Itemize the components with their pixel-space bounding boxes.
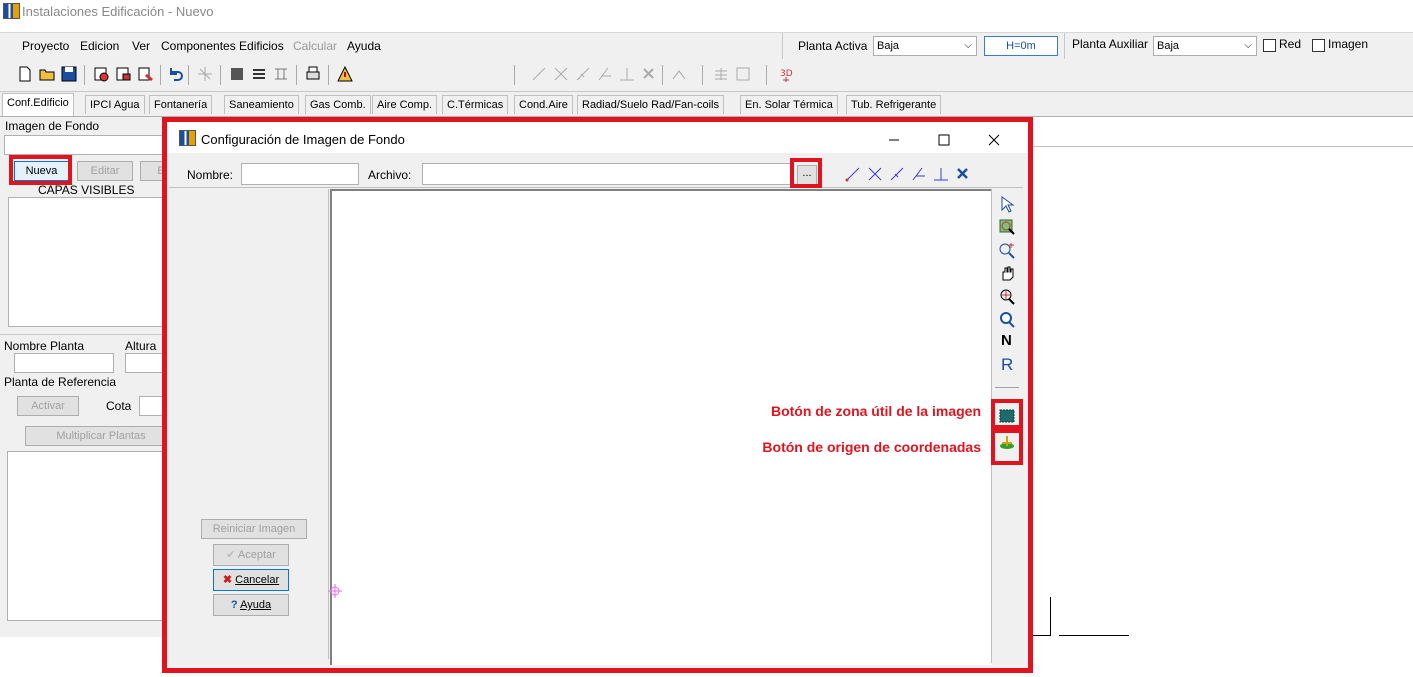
- planta-auxiliar-label: Planta Auxiliar: [1072, 37, 1149, 51]
- toolbar-separator: [702, 65, 703, 85]
- report-icon[interactable]: [114, 65, 132, 83]
- chevron-down-icon: ⌵: [1244, 40, 1252, 51]
- planta-referencia-label: Planta de Referencia: [4, 375, 117, 389]
- capas-visibles-label: CAPAS VISIBLES: [38, 183, 135, 197]
- toolbar-separator: [662, 65, 663, 85]
- window-tool-icon[interactable]: [734, 65, 752, 83]
- tab-en-solar-termica[interactable]: En. Solar Térmica: [740, 95, 838, 114]
- drawing-line: [1059, 635, 1129, 636]
- activar-button[interactable]: Activar: [17, 396, 79, 416]
- print-preview-icon[interactable]: [92, 65, 110, 83]
- toolbar-separator: [188, 65, 189, 85]
- toolbar-separator: [220, 65, 221, 85]
- planta-activa-value: Baja: [877, 40, 900, 52]
- altura-label: Altura: [125, 339, 157, 353]
- angle-tool-icon[interactable]: [596, 65, 614, 83]
- menu-proyecto[interactable]: Proyecto: [22, 39, 69, 53]
- save-icon[interactable]: [60, 65, 78, 83]
- menu-componentes[interactable]: Componentes Edificios: [161, 39, 284, 53]
- delete-point-icon[interactable]: [640, 65, 658, 83]
- window-title: Instalaciones Edificación - Nuevo: [22, 4, 214, 19]
- toolbar-separator: [328, 65, 329, 85]
- menu-edicion[interactable]: Edicion: [80, 39, 119, 53]
- imagen-label: Imagen: [1328, 37, 1369, 51]
- drawing-line: [1030, 635, 1051, 636]
- cross-tool-icon[interactable]: [552, 65, 570, 83]
- planta-activa-label: Planta Activa: [798, 39, 868, 53]
- tab-gas-comb[interactable]: Gas Comb.: [305, 95, 371, 114]
- toolbar-separator: [296, 65, 297, 85]
- menu-calcular[interactable]: Calcular: [293, 39, 337, 53]
- tab-radiad[interactable]: Radiad/Suelo Rad/Fan-coils: [577, 95, 724, 114]
- fill-layer-icon[interactable]: [228, 65, 246, 83]
- toolbar-separator: [160, 65, 161, 85]
- perpendicular-icon[interactable]: [618, 65, 636, 83]
- planta-activa-select[interactable]: Baja ⌵: [873, 36, 977, 56]
- snap-icon[interactable]: [196, 65, 214, 83]
- grid-tool-icon[interactable]: [712, 65, 730, 83]
- nombre-planta-label: Nombre Planta: [4, 339, 85, 353]
- cota-label: Cota: [106, 399, 132, 413]
- editar-button[interactable]: Editar: [77, 161, 133, 181]
- tab-saneamiento[interactable]: Saneamiento: [224, 95, 299, 114]
- main-toolbar: 3D: [0, 59, 1413, 92]
- menu-ver[interactable]: Ver: [132, 39, 150, 53]
- new-file-icon[interactable]: [16, 65, 34, 83]
- tab-fontaneria[interactable]: Fontanería: [149, 95, 213, 114]
- line-tool-icon[interactable]: [530, 65, 548, 83]
- segment-tool-icon[interactable]: [574, 65, 592, 83]
- planta-auxiliar-value: Baja: [1157, 40, 1180, 52]
- menu-ayuda[interactable]: Ayuda: [347, 39, 381, 53]
- menu-separator: [1064, 33, 1065, 59]
- arrow-tool-icon[interactable]: [670, 65, 688, 83]
- dxf-icon[interactable]: [272, 65, 290, 83]
- multiplicar-plantas-button[interactable]: Multiplicar Plantas: [25, 426, 177, 446]
- window-titlebar: Instalaciones Edificación - Nuevo: [0, 0, 1413, 22]
- toolbar-separator: [766, 65, 767, 85]
- red-checkbox[interactable]: [1263, 39, 1276, 52]
- tab-c-termicas[interactable]: C.Térmicas: [442, 95, 509, 114]
- chevron-down-icon: ⌵: [964, 40, 972, 51]
- menu-separator: [782, 33, 783, 59]
- toolbar-separator: [514, 65, 515, 85]
- open-folder-icon[interactable]: [38, 65, 56, 83]
- height-field[interactable]: H=0m: [984, 36, 1058, 56]
- dialog-highlight: [162, 117, 1033, 673]
- tab-ipci-agua[interactable]: IPCI Agua: [85, 95, 145, 114]
- layers-icon[interactable]: [250, 65, 268, 83]
- tab-conf-edificio[interactable]: Conf.Edificio: [2, 93, 74, 116]
- imagen-de-fondo-label: Imagen de Fondo: [5, 119, 100, 133]
- tab-cond-aire[interactable]: Cond.Aire: [514, 95, 573, 114]
- 3d-view-icon[interactable]: 3D: [778, 65, 796, 83]
- tab-tub-refrigerante[interactable]: Tub. Refrigerante: [846, 95, 942, 114]
- tabs-row: Conf.Edificio IPCI Agua Fontanería Sanea…: [0, 92, 1413, 117]
- canvas-edge: [1030, 146, 1413, 147]
- export-icon[interactable]: [136, 65, 154, 83]
- warning-icon[interactable]: [336, 65, 354, 83]
- toolbar-separator: [84, 65, 85, 85]
- drawing-line: [1050, 597, 1051, 635]
- print-icon[interactable]: [304, 65, 322, 83]
- nombre-planta-field[interactable]: [14, 353, 114, 373]
- red-label: Red: [1279, 37, 1302, 51]
- menu-bar: Proyecto Edicion Ver Componentes Edifici…: [0, 32, 1413, 60]
- planta-auxiliar-select[interactable]: Baja ⌵: [1153, 36, 1257, 56]
- app-icon: [3, 3, 20, 19]
- undo-icon[interactable]: [166, 65, 184, 83]
- tab-aire-comp[interactable]: Aire Comp.: [372, 95, 438, 114]
- imagen-checkbox[interactable]: [1312, 39, 1325, 52]
- nueva-highlight: [9, 155, 72, 185]
